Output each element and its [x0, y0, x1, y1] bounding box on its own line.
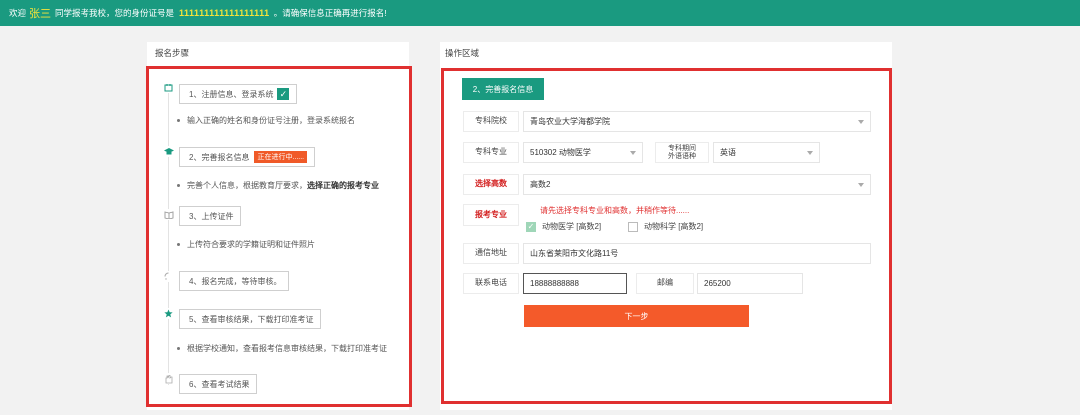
welcome-mid-text: 同学报考我校，您的身份证号是	[55, 8, 175, 18]
welcome-text: 欢迎	[9, 8, 27, 18]
id-number: 111111111111111111	[179, 8, 270, 18]
annotation-box-left	[146, 66, 412, 407]
annotation-box-right	[441, 68, 892, 404]
welcome-tail-text: 。请确保信息正确再进行报名!	[273, 8, 387, 18]
operation-panel-title: 操作区域	[445, 48, 480, 58]
welcome-bar: 欢迎 张三 同学报考我校，您的身份证号是 111111111111111111 …	[0, 0, 1080, 26]
steps-panel-title: 报名步骤	[155, 48, 190, 58]
student-name: 张三	[29, 8, 52, 20]
